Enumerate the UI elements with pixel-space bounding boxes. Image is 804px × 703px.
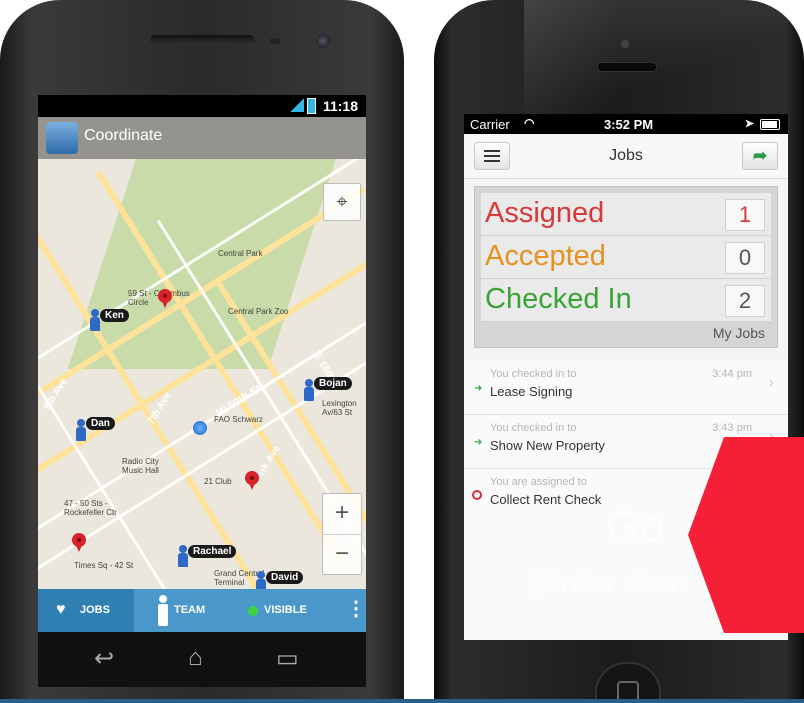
- summary-row-assigned[interactable]: Assigned 1: [481, 193, 771, 236]
- item-title: Lease Signing: [490, 384, 573, 399]
- person-label[interactable]: Bojan: [314, 377, 352, 390]
- item-time: 3:44 pm: [712, 368, 752, 380]
- share-arrow-icon: ➦: [752, 146, 768, 165]
- map-label: 21 Club: [204, 477, 232, 486]
- app-logo-icon[interactable]: [46, 122, 78, 154]
- map-label: Times Sq - 42 St: [74, 561, 134, 570]
- signal-icon: [290, 99, 304, 112]
- map-label: W 59th St: [214, 382, 264, 420]
- item-title: Show New Property: [490, 438, 605, 453]
- wifi-icon: ◠: [524, 116, 535, 130]
- status-time: 11:18: [322, 98, 358, 114]
- person-label[interactable]: David: [266, 571, 304, 584]
- home-button[interactable]: [595, 662, 661, 703]
- tab-team[interactable]: [158, 593, 168, 627]
- tab-jobs[interactable]: ♥ JOBS: [38, 589, 134, 632]
- person-body: [158, 604, 168, 626]
- person-icon[interactable]: [178, 545, 188, 567]
- person-label[interactable]: Rachael: [188, 545, 237, 558]
- summary-label: Checked In: [485, 283, 632, 315]
- pin-icon: ♥: [56, 601, 66, 618]
- jobs-summary: Assigned 1 Accepted 0 Checked In 2 My Jo…: [474, 186, 778, 348]
- android-status-bar: 11:18: [38, 95, 366, 117]
- zoom-controls: + −: [322, 493, 362, 575]
- chevron-right-icon: ›: [768, 374, 774, 391]
- back-icon[interactable]: ↩: [94, 644, 114, 673]
- tab-visible-label[interactable]: VISIBLE: [264, 589, 307, 632]
- summary-count: 0: [725, 242, 765, 274]
- item-subtitle: You checked in to: [490, 368, 577, 380]
- my-jobs-link[interactable]: My Jobs: [713, 325, 765, 341]
- overlay-go-text: Go: [606, 502, 665, 551]
- location-dot-icon: [193, 421, 207, 435]
- item-time: 3:43 pm: [712, 422, 752, 434]
- carrier-label: Carrier: [470, 117, 510, 132]
- front-camera: [621, 40, 629, 48]
- android-phone: 11:18 Central Park Central Park Zoo W 59…: [0, 0, 404, 703]
- android-action-bar: Coordinate: [38, 117, 366, 159]
- summary-label: Assigned: [485, 197, 605, 229]
- map-label: 9th Ave: [41, 376, 70, 413]
- item-subtitle: You checked in to: [490, 422, 577, 434]
- list-item[interactable]: ➜ You checked in to Lease Signing 3:44 p…: [464, 360, 788, 415]
- tab-jobs-label: JOBS: [80, 604, 110, 616]
- summary-label: Accepted: [485, 240, 606, 272]
- status-time: 3:52 PM: [604, 117, 654, 132]
- map-pin-icon[interactable]: [158, 289, 172, 309]
- battery-icon: [760, 119, 780, 130]
- map-label: Radio City Music Hall: [122, 457, 159, 475]
- map-label: Central Park Zoo: [228, 307, 289, 316]
- app-title: Coordinate: [84, 127, 163, 144]
- location-arrow-icon: ➤: [744, 118, 754, 130]
- ios-status-bar: Carrier ◠ 3:52 PM ➤: [464, 114, 788, 134]
- summary-row-checked-in[interactable]: Checked In 2: [481, 279, 771, 322]
- person-icon[interactable]: [76, 419, 86, 441]
- android-screen: 11:18 Central Park Central Park Zoo W 59…: [38, 95, 366, 632]
- battery-icon: [307, 98, 316, 114]
- checkin-arrow-icon: ➜: [474, 437, 483, 448]
- share-button[interactable]: ➦: [742, 142, 778, 170]
- overlay-enter-text: [Enter dem: [530, 566, 687, 599]
- zoom-out-button[interactable]: −: [323, 535, 361, 575]
- map-label: FAO Schwarz: [214, 415, 263, 424]
- summary-count: 1: [725, 199, 765, 231]
- bottom-tab-bar: ♥ JOBS TEAM VISIBLE ⋮: [38, 589, 366, 632]
- person-icon[interactable]: [90, 309, 100, 331]
- person-icon[interactable]: [304, 379, 314, 401]
- front-camera: [316, 34, 330, 48]
- item-title: Collect Rent Check: [490, 492, 602, 507]
- visible-status-icon: [248, 606, 258, 616]
- home-icon[interactable]: ⌂: [188, 644, 203, 672]
- person-icon[interactable]: [256, 571, 266, 589]
- android-nav-bar: ↩ ⌂ ▭: [38, 632, 366, 687]
- checkin-arrow-icon: ➜: [474, 383, 483, 394]
- person-icon: [159, 595, 167, 603]
- earpiece-speaker: [597, 62, 657, 72]
- proximity-sensor: [270, 38, 280, 44]
- glass-glare: [524, 0, 804, 115]
- bottom-divider: [0, 699, 804, 703]
- earpiece-speaker: [150, 35, 255, 45]
- map-pin-icon[interactable]: [245, 471, 259, 491]
- summary-row-accepted[interactable]: Accepted 0: [481, 236, 771, 279]
- ios-nav-bar: Jobs ➦: [464, 134, 788, 179]
- map-label: 47 - 50 Sts - Rockefeller Ctr: [64, 499, 117, 517]
- map-pin-icon[interactable]: [72, 533, 86, 553]
- person-label[interactable]: Dan: [86, 417, 115, 430]
- page-title: Jobs: [609, 147, 643, 164]
- zoom-in-button[interactable]: +: [323, 494, 361, 535]
- map-label: Central Park: [218, 249, 263, 258]
- recents-icon[interactable]: ▭: [276, 644, 299, 673]
- my-location-button[interactable]: ⌖: [323, 183, 361, 221]
- person-label[interactable]: Ken: [100, 309, 129, 322]
- map-label: Lexington Av/63 St: [322, 399, 357, 417]
- assigned-status-icon: [472, 490, 482, 500]
- summary-count: 2: [725, 285, 765, 317]
- item-subtitle: You are assigned to: [490, 476, 587, 488]
- map-view[interactable]: Central Park Central Park Zoo W 59th St …: [38, 159, 366, 589]
- tab-team-label[interactable]: TEAM: [174, 589, 205, 632]
- overflow-menu-icon[interactable]: ⋮: [346, 599, 366, 619]
- crosshair-icon: ⌖: [336, 191, 348, 213]
